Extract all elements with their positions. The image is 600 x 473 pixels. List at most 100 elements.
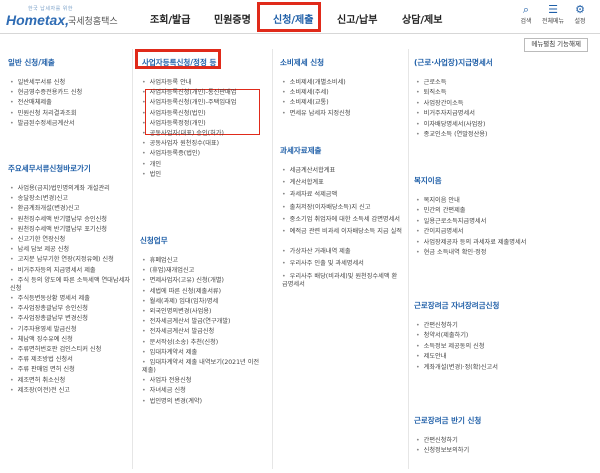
menu-link-item[interactable]: (휴업)재개업신고 (142, 267, 195, 275)
menu-link-item[interactable]: 주류 제조방법 신청서 (10, 356, 73, 364)
menu-link-item[interactable]: 면세유 납세자 지정신청 (282, 110, 351, 118)
menu-link-item[interactable]: 과세자료 석제금액 (282, 191, 338, 199)
menu-link-item[interactable]: 이자배당명세서(사업장) (416, 121, 486, 129)
menu-link-item[interactable]: 계좌개설(변경)·정(확)신고서 (416, 364, 498, 372)
menu-link-item[interactable]: 신청정보보의하기 (416, 447, 470, 455)
menu-link-item[interactable]: 공동사업자 원천징수(대표) (142, 140, 219, 148)
menu-link-item[interactable]: 간편신청하기 (416, 437, 458, 445)
menu-link-item[interactable]: 개인 (142, 161, 161, 169)
menu-link-item[interactable]: 법인명의 변경(계약) (142, 398, 202, 406)
menu-section-title: 근로장려금 반기 신청 (414, 416, 482, 425)
menu-link-item[interactable]: 환급계좌개설(변경)신고 (10, 205, 80, 213)
menu-link-item[interactable]: 주식등변동상황 명세서 제출 (10, 295, 90, 303)
menu-link-item[interactable]: 발급된수정세금계산서 (10, 120, 75, 128)
menu-link-item[interactable]: 주식 등의 양도에 따른 소득세액 연대납세자 신청 (10, 277, 130, 293)
menu-link-item[interactable]: 일반세무서류 신청 (10, 79, 66, 87)
menu-link-item[interactable]: 사업자등록신청(개인)-주택임대업 (142, 99, 237, 107)
search-icon: ⌕ (522, 3, 530, 16)
menu-link-item[interactable]: 복지이음 안내 (416, 197, 460, 205)
menu-link-item[interactable]: 우리사주 인출 및 과세명세서 (282, 260, 364, 268)
menu-link-item[interactable]: 고지분 납부기한 연장(지정유예) 신청 (10, 256, 114, 264)
menu-link-item[interactable]: 예적금 관련 비과세 이자배당소득 지급 실적 (282, 228, 402, 236)
mega-menu-panel: 메뉴펼침 기능해제 일반 신청/제출일반세무서류 신청현금영수증전용카드 신청전… (0, 35, 600, 473)
menu-link-item[interactable]: 휴폐업신고 (142, 257, 178, 265)
menu-link-item[interactable]: 원천징수세액 반기별납부 포기신청 (10, 226, 107, 234)
menu-link-item[interactable]: 제조면허 취소신청 (10, 377, 66, 385)
nav-item-inquiry[interactable]: 조회/발급 (150, 11, 190, 26)
menu-link-item[interactable]: 민원신청 처리결과조회 (10, 110, 77, 118)
menu-link-item[interactable]: 문서작성(소송) 추천(신청) (142, 339, 219, 347)
menu-link-item[interactable]: 사업자등록신청(법인) (142, 110, 206, 118)
menu-link-item[interactable]: 전산매체제출 (10, 99, 52, 107)
menu-link-item[interactable]: 민간의 간편제출 (416, 207, 466, 215)
menu-link-item[interactable]: 중소기업 취업자에 대한 소득세 감면명세서 (282, 216, 400, 224)
menu-link-item[interactable]: 주류 판매업 면허 신청 (10, 366, 75, 374)
menu-link-item[interactable]: 우리사주 배당(비과세)및 원천징수세액 환급명세서 (282, 273, 402, 289)
menu-link-item[interactable]: 사업자등록신청(개인)-통신판매업 (142, 89, 237, 97)
header-utility-icons: ⌕ 검색 ☰ 전체메뉴 ⚙ 설정 (514, 3, 594, 31)
menu-link-item[interactable]: 종교인소득 (연말정산용) (416, 131, 488, 139)
menu-link-item[interactable]: 출처저장(이자배당소득)지 신고 (282, 204, 371, 212)
menu-link-item[interactable]: 근로소득 (416, 79, 447, 87)
menu-link-item[interactable]: 세법에 따른 신청(제출서류) (142, 288, 221, 296)
nav-highlight-box (257, 2, 321, 32)
menu-link-item[interactable]: 공동사업자(대표) 승인(허가) (142, 130, 224, 138)
menu-link-item[interactable]: 자녀세금 신청 (142, 387, 186, 395)
menu-link-item[interactable]: 외국인명의변경(사업용) (142, 308, 212, 316)
menu-link-item[interactable]: 비거주자등의 지급명세서 제출 (10, 267, 96, 275)
menu-icon: ☰ (548, 3, 558, 16)
nav-item-report-payment[interactable]: 신고/납부 (337, 11, 377, 26)
menu-link-item[interactable]: 사업자등록 안내 (142, 79, 192, 87)
hometax-logo[interactable]: 한국 납세자를 위한 Hometax, 국세청홈택스 (6, 5, 126, 29)
menu-link-item[interactable]: 사업자등록증(법인) (142, 150, 200, 158)
menu-link-item[interactable]: 소비제세(교통) (282, 99, 329, 107)
menu-link-item[interactable]: 월세(과제) 임대(임차)명세 (142, 298, 219, 306)
menu-link-item[interactable]: 법인 (142, 171, 161, 179)
menu-link-item[interactable]: 사업자등록정정(개인) (142, 120, 206, 128)
menu-expand-toggle-button[interactable]: 메뉴펼침 기능해제 (524, 38, 588, 52)
menu-link-item[interactable]: 사업자 전용신청 (142, 377, 192, 385)
menu-link-item[interactable]: 소득정보 제공동의 신청 (416, 343, 485, 351)
menu-link-item[interactable]: 체납액 징수유예 신청 (10, 336, 73, 344)
menu-link-item[interactable]: 소비제세(개별소비세) (282, 79, 346, 87)
menu-section-title: 소비제세 신청 (280, 58, 325, 67)
menu-link-item[interactable]: 전자세금계산서 발급신청 (142, 328, 215, 336)
logo-korean-name: 국세청홈택스 (68, 17, 118, 27)
menu-link-item[interactable]: 주사업장총괄납부 승인신청 (10, 305, 88, 313)
menu-link-item[interactable]: 사업장간이소득 (416, 100, 464, 108)
menu-link-item[interactable]: 세금계산서합계표 (282, 167, 336, 175)
settings-button[interactable]: ⚙ 설정 (568, 3, 592, 26)
menu-link-item[interactable]: 사업용(금지)법인명의계좌 개설관리 (10, 185, 110, 193)
menu-link-item[interactable]: 일용근로소득지급명세서 (416, 218, 487, 226)
menu-link-item[interactable]: 현금 소득내역 확인·정정 (416, 249, 487, 257)
menu-link-item[interactable]: 기주자용영세 발급신청 (10, 326, 77, 334)
menu-section-title: (근로·사업장)지급명세서 (414, 58, 493, 67)
menu-link-item[interactable]: 사업장제공자 등의 과세자료 제출명세서 (416, 239, 527, 247)
menu-link-item[interactable]: 송달장소(변경)신고 (10, 195, 68, 203)
menu-link-item[interactable]: 퇴직소득 (416, 89, 447, 97)
menu-link-item[interactable]: 청약서(제출하기) (416, 332, 469, 340)
all-menu-button[interactable]: ☰ 전체메뉴 (541, 3, 565, 26)
menu-link-item[interactable]: 임대차계약서 제출 (142, 349, 198, 357)
menu-link-item[interactable]: 간편신청하기 (416, 322, 458, 330)
menu-link-item[interactable]: 주사업장총괄납부 변경신청 (10, 315, 88, 323)
nav-item-certificate[interactable]: 민원증명 (214, 11, 251, 26)
menu-link-item[interactable]: 면제사업자(고유) 신청(개별) (142, 277, 224, 285)
menu-link-item[interactable]: 납세 담보 제공 신청 (10, 246, 69, 254)
menu-link-item[interactable]: 임대차계약서 제출 내역보기(2021년 이전 제출) (142, 359, 262, 375)
menu-link-item[interactable]: 주류면허번호판 검인스티커 신청 (10, 346, 102, 354)
menu-link-item[interactable]: 가상자산 거래내역 제출 (282, 248, 351, 256)
menu-link-item[interactable]: 신고기한 연장신청 (10, 236, 66, 244)
search-button[interactable]: ⌕ 검색 (514, 3, 538, 26)
menu-link-item[interactable]: 현금영수증전용카드 신청 (10, 89, 83, 97)
menu-link-item[interactable]: 간이지급명세서 (416, 228, 464, 236)
menu-link-item[interactable]: 계산서합계표 (282, 179, 324, 187)
menu-link-item[interactable]: 전자세금계산서 발급(연구개발) (142, 318, 231, 326)
menu-link-item[interactable]: 비거주자지급명세서 (416, 110, 475, 118)
menu-link-item[interactable]: 제조장(이전)전 신고 (10, 387, 70, 395)
menu-link-item[interactable]: 원천징수세액 반기별납부 승인신청 (10, 216, 107, 224)
menu-link-item[interactable]: 제도안내 (416, 353, 447, 361)
menu-section-title: 복지이음 (414, 176, 442, 185)
nav-item-consult[interactable]: 상담/제보 (402, 11, 442, 26)
menu-link-item[interactable]: 소비제세(주세) (282, 89, 329, 97)
